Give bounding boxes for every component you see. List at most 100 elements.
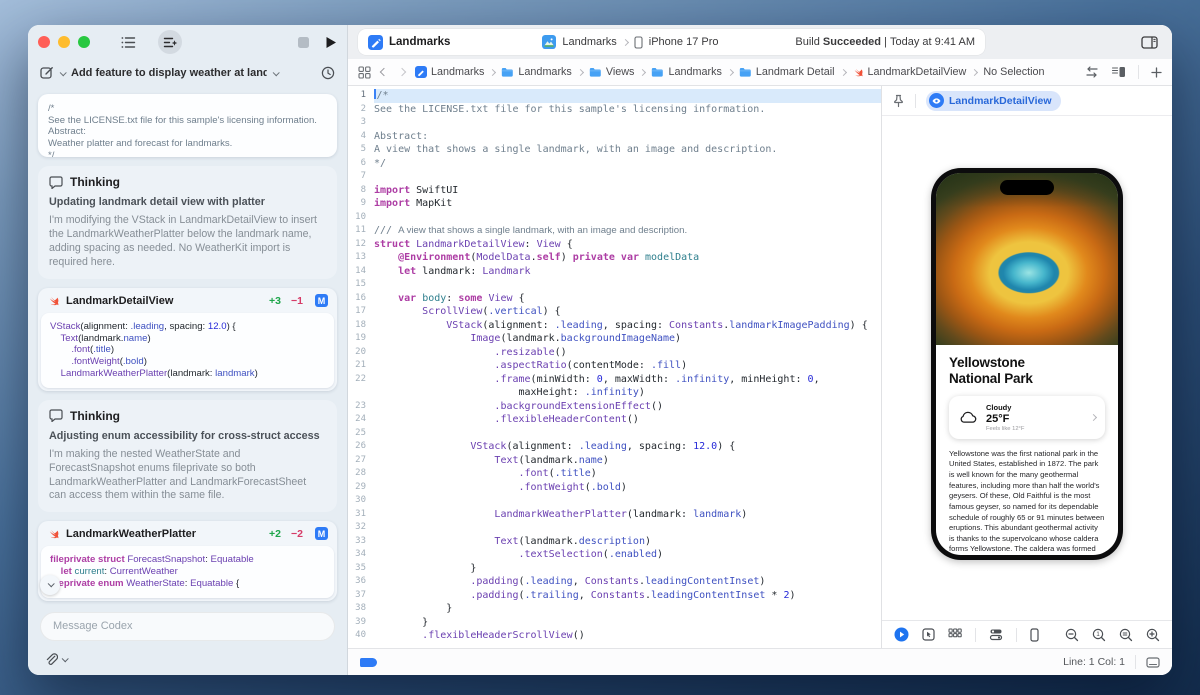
add-editor-icon[interactable] [1151, 67, 1162, 78]
code-line[interactable]: 23 .backgroundExtensionEffect() [348, 400, 881, 414]
run-button[interactable] [325, 36, 337, 49]
thinking-block-1[interactable]: Thinking Updating landmark detail view w… [38, 166, 337, 279]
line-number[interactable]: 17 [348, 305, 374, 319]
device-preview-area[interactable]: Yellowstone National Park Cloudy 25°F Fe… [882, 116, 1172, 620]
line-number[interactable]: 6 [348, 157, 374, 171]
expand-code-button[interactable] [40, 575, 60, 595]
code-line[interactable]: 30 [348, 494, 881, 508]
line-number[interactable]: 15 [348, 278, 374, 292]
minimize-window-button[interactable] [58, 36, 70, 48]
code-line[interactable]: 10 [348, 211, 881, 225]
line-number[interactable]: 13 [348, 251, 374, 265]
code-line[interactable]: 32 [348, 521, 881, 535]
line-number[interactable]: 37 [348, 589, 374, 603]
code-line[interactable]: 15 [348, 278, 881, 292]
attach-menu-chevron-icon[interactable] [62, 655, 69, 662]
code-line[interactable]: 21 .aspectRatio(contentMode: .fill) [348, 359, 881, 373]
breadcrumb-item[interactable]: Landmark Detail [739, 66, 835, 78]
code-line[interactable]: 18 VStack(alignment: .leading, spacing: … [348, 319, 881, 333]
line-number[interactable]: 30 [348, 494, 374, 508]
editor-settings-icon[interactable] [1146, 657, 1160, 668]
zoom-window-button[interactable] [78, 36, 90, 48]
code-line[interactable]: 29 .fontWeight(.bold) [348, 481, 881, 495]
code-line[interactable]: 33 Text(landmark.description) [348, 535, 881, 549]
code-line[interactable]: 38 } [348, 602, 881, 616]
thread-chevron-icon[interactable] [273, 69, 280, 76]
line-number[interactable]: 10 [348, 211, 374, 225]
code-line[interactable]: maxHeight: .infinity) [348, 386, 881, 400]
device-bezels-icon[interactable] [1030, 628, 1039, 642]
line-number[interactable]: 3 [348, 116, 374, 130]
zoom-actual-size-icon[interactable]: 1 [1092, 628, 1106, 642]
code-line[interactable]: 40 .flexibleHeaderScrollView() [348, 629, 881, 643]
zoom-in-icon[interactable] [1146, 628, 1160, 642]
sidebar-list-icon[interactable] [116, 30, 140, 54]
line-number[interactable]: 7 [348, 170, 374, 184]
variants-grid-icon[interactable] [948, 628, 962, 641]
line-number[interactable]: 36 [348, 575, 374, 589]
line-number[interactable]: 40 [348, 629, 374, 643]
line-number[interactable]: 1 [348, 89, 374, 103]
forward-icon[interactable] [398, 68, 406, 76]
line-number[interactable]: 25 [348, 427, 374, 441]
history-icon[interactable] [321, 66, 335, 80]
editor-options-icon[interactable] [1111, 66, 1126, 78]
code-line[interactable]: 2See the LICENSE.txt file for this sampl… [348, 103, 881, 117]
code-line[interactable]: 14 let landmark: Landmark [348, 265, 881, 279]
thread-title[interactable]: Add feature to display weather at landma… [71, 67, 267, 79]
assistant-icon[interactable] [158, 30, 182, 54]
line-number[interactable]: 28 [348, 467, 374, 481]
build-status[interactable]: Build Succeeded | Today at 9:41 AM [795, 36, 975, 48]
line-number[interactable]: 16 [348, 292, 374, 306]
device-settings-icon[interactable] [989, 628, 1003, 641]
selectable-mode-button[interactable] [922, 628, 935, 641]
breadcrumb-item[interactable]: Landmarks [651, 66, 721, 78]
breadcrumb-item[interactable]: No Selection [983, 66, 1044, 78]
code-line[interactable]: 16 var body: some View { [348, 292, 881, 306]
project-indicator[interactable]: Landmarks [368, 35, 450, 50]
line-number[interactable]: 38 [348, 602, 374, 616]
related-items-icon[interactable] [358, 66, 371, 79]
code-line[interactable]: 3 [348, 116, 881, 130]
pin-icon[interactable] [892, 94, 905, 108]
line-number[interactable]: 29 [348, 481, 374, 495]
line-number[interactable]: 8 [348, 184, 374, 198]
line-number[interactable]: 2 [348, 103, 374, 117]
code-line[interactable]: 37 .padding(.trailing, Constants.leading… [348, 589, 881, 603]
line-number[interactable]: 32 [348, 521, 374, 535]
line-number[interactable]: 9 [348, 197, 374, 211]
code-line[interactable]: 31 LandmarkWeatherPlatter(landmark: land… [348, 508, 881, 522]
zoom-out-icon[interactable] [1065, 628, 1079, 642]
code-line[interactable]: 25 [348, 427, 881, 441]
code-line[interactable]: 9import MapKit [348, 197, 881, 211]
line-number[interactable]: 12 [348, 238, 374, 252]
breadcrumb-item[interactable]: Landmarks [501, 66, 571, 78]
file-change-card-landmarkweatherplatter[interactable]: LandmarkWeatherPlatter +2 −2 M filepriva… [38, 521, 337, 600]
change-marker-tag[interactable] [360, 658, 377, 667]
code-line[interactable]: 13 @Environment(ModelData.self) private … [348, 251, 881, 265]
line-number[interactable]: 35 [348, 562, 374, 576]
compose-menu-chevron-icon[interactable] [60, 69, 67, 76]
code-line[interactable]: 7 [348, 170, 881, 184]
code-line[interactable]: 19 Image(landmark.backgroundImageName) [348, 332, 881, 346]
code-line[interactable]: 39 } [348, 616, 881, 630]
line-number[interactable]: 4 [348, 130, 374, 144]
line-number[interactable]: 34 [348, 548, 374, 562]
line-number[interactable]: 11 [348, 224, 374, 238]
line-number[interactable]: 24 [348, 413, 374, 427]
close-window-button[interactable] [38, 36, 50, 48]
code-line[interactable]: 17 ScrollView(.vertical) { [348, 305, 881, 319]
scheme-selector[interactable]: Landmarks iPhone 17 Pro [542, 35, 718, 49]
line-number[interactable]: 31 [348, 508, 374, 522]
breadcrumb-item[interactable]: Views [589, 66, 635, 78]
thinking-block-2[interactable]: Thinking Adjusting enum accessibility fo… [38, 400, 337, 513]
code-line[interactable]: 8import SwiftUI [348, 184, 881, 198]
line-number[interactable] [348, 386, 374, 400]
zoom-fit-icon[interactable] [1119, 628, 1133, 642]
line-number[interactable]: 27 [348, 454, 374, 468]
code-line[interactable]: 36 .padding(.leading, Constants.leadingC… [348, 575, 881, 589]
line-number[interactable]: 20 [348, 346, 374, 360]
code-line[interactable]: 20 .resizable() [348, 346, 881, 360]
code-line[interactable]: 4Abstract: [348, 130, 881, 144]
code-line[interactable]: 11/// A view that shows a single landmar… [348, 224, 881, 238]
